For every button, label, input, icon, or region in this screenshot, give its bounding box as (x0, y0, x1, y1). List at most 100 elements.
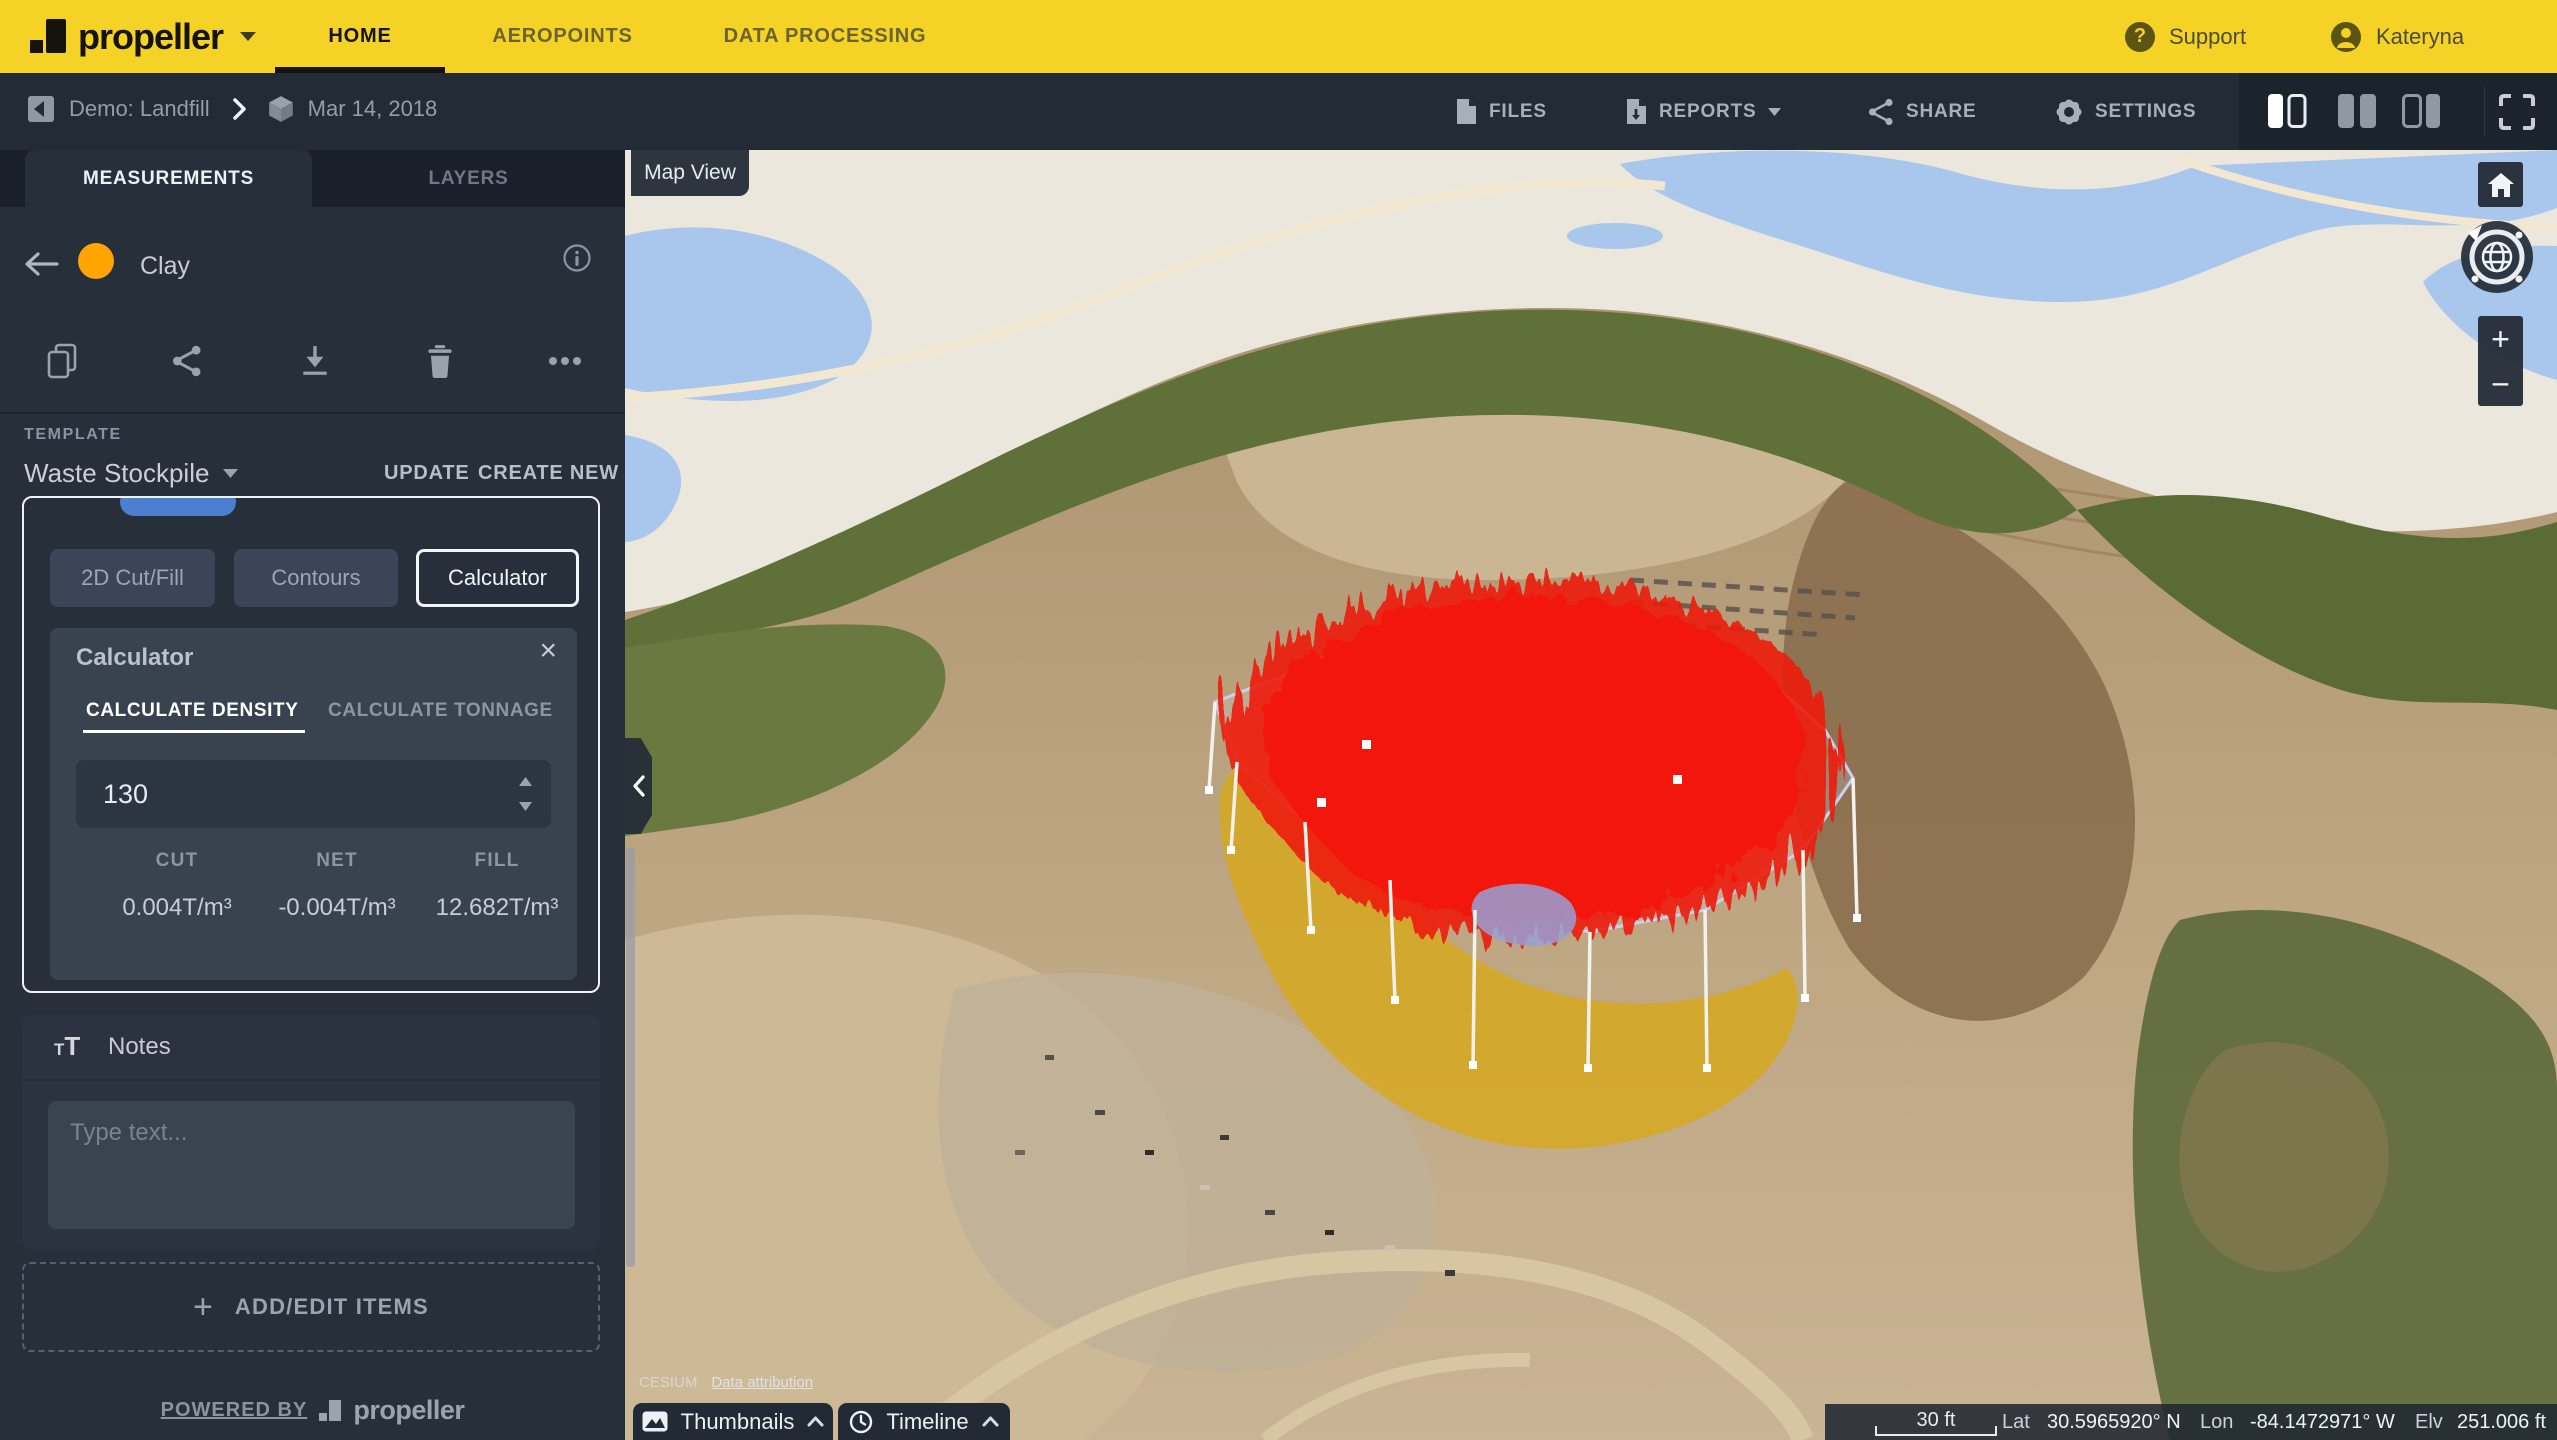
close-icon[interactable]: × (539, 636, 557, 666)
tab-data-processing[interactable]: DATA PROCESSING (705, 0, 945, 73)
share-icon (1868, 98, 1894, 126)
add-edit-items-button[interactable]: + ADD/EDIT ITEMS (22, 1262, 600, 1352)
user-avatar-icon (2330, 21, 2362, 53)
files-button[interactable]: FILES (1455, 73, 1547, 150)
sidebar-tab-row: MEASUREMENTS LAYERS (0, 150, 625, 207)
map-status-bar: 30 ft Lat 30.5965920° N Lon -84.1472971°… (1825, 1404, 2557, 1440)
tab-calculate-tonnage[interactable]: CALCULATE TONNAGE (328, 700, 553, 722)
lat-value: 30.5965920° N (2047, 1411, 2181, 1433)
calculator-title: Calculator (76, 644, 194, 671)
density-input-wrap (76, 760, 551, 828)
zoom-in-button[interactable]: + (2478, 316, 2523, 361)
elv-label: Elv (2415, 1411, 2443, 1433)
report-file-icon (1625, 98, 1647, 125)
map-view-label: Map View (631, 150, 749, 196)
propeller-logo-icon (30, 18, 66, 55)
template-select[interactable]: Waste Stockpile (24, 458, 239, 489)
propeller-logo-icon (319, 1399, 342, 1422)
timeline-tab[interactable]: Timeline (838, 1403, 1010, 1440)
help-icon: ? (2125, 21, 2155, 52)
reports-button[interactable]: REPORTS (1625, 73, 1782, 150)
sidebar-scrollbar[interactable] (626, 847, 635, 1267)
gear-icon (2055, 98, 2083, 126)
text-icon: TT (54, 1031, 81, 1061)
divider (0, 412, 625, 414)
plus-icon: + (193, 1288, 213, 1326)
measurement-color-dot[interactable] (78, 243, 114, 279)
compass-navigation-ball[interactable] (2460, 220, 2534, 294)
notes-header: TT Notes (22, 1015, 600, 1081)
divider (2484, 87, 2485, 136)
duplicate-button[interactable] (37, 336, 87, 386)
delete-button[interactable] (415, 336, 465, 386)
chevron-down-icon (239, 31, 257, 42)
spinner-down-icon[interactable] (515, 798, 535, 814)
lat-label: Lat (2002, 1411, 2030, 1433)
scale-indicator: 30 ft (1869, 1404, 2003, 1440)
back-button[interactable] (22, 250, 60, 278)
propeller-app: propeller HOME AEROPOINTS DATA PROCESSIN… (0, 0, 2557, 1440)
method-toggle-pill[interactable] (120, 498, 236, 516)
support-button[interactable]: ? Support (2125, 0, 2246, 73)
layout-split-panel-button[interactable] (2336, 92, 2378, 130)
chevron-down-icon (1768, 107, 1782, 116)
view-tab-contours[interactable]: Contours (234, 549, 398, 607)
elv-value: 251.006 ft (2457, 1411, 2546, 1433)
thumbnails-tab[interactable]: Thumbnails (633, 1403, 833, 1440)
top-nav-bar: propeller HOME AEROPOINTS DATA PROCESSIN… (0, 0, 2557, 73)
measurement-header: Clay (0, 236, 625, 296)
lon-value: -84.1472971° W (2250, 1411, 2395, 1433)
map-view-container: Map View + − CESIUM Data attribution Thu… (625, 150, 2557, 1440)
notes-panel: TT Notes (22, 1015, 600, 1250)
propeller-logo[interactable]: propeller (30, 0, 257, 73)
image-icon (642, 1411, 668, 1432)
map-canvas[interactable] (625, 150, 2557, 1440)
tab-layers[interactable]: LAYERS (312, 150, 625, 207)
tab-calculate-density[interactable]: CALCULATE DENSITY (86, 700, 299, 722)
chevron-right-icon (232, 98, 246, 120)
cesium-brand: CESIUM (639, 1374, 698, 1391)
sites-icon[interactable] (27, 95, 55, 123)
home-view-button[interactable] (2478, 162, 2523, 207)
site-name[interactable]: Demo: Landfill (69, 96, 210, 122)
measurement-sidebar: MEASUREMENTS LAYERS Clay TEMPLATE Waste … (0, 150, 625, 1440)
layout-right-panel-button[interactable] (2400, 92, 2442, 130)
download-button[interactable] (290, 336, 340, 386)
tab-home[interactable]: HOME (275, 0, 445, 73)
logo-text: propeller (78, 15, 224, 57)
settings-button[interactable]: SETTINGS (2055, 73, 2196, 150)
measurement-detail-card: 2D Cut/Fill Contours Calculator Calculat… (22, 496, 600, 993)
zoom-out-button[interactable]: − (2478, 361, 2523, 406)
data-attribution-link[interactable]: Data attribution (711, 1374, 813, 1391)
result-cut: CUT 0.004T/m³ (122, 850, 232, 921)
share-measurement-button[interactable] (162, 336, 212, 386)
tab-measurements[interactable]: MEASUREMENTS (25, 150, 312, 207)
view-tab-2d-cutfill[interactable]: 2D Cut/Fill (50, 549, 215, 607)
calculator-panel: Calculator × CALCULATE DENSITY CALCULATE… (50, 628, 577, 980)
sidebar-collapse-button[interactable] (625, 738, 652, 834)
share-button[interactable]: SHARE (1868, 73, 1977, 150)
chevron-up-icon (807, 1416, 824, 1427)
tab-aeropoints[interactable]: AEROPOINTS (470, 0, 655, 73)
measurement-name: Clay (140, 252, 191, 280)
result-fill: FILL 12.682T/m³ (435, 850, 559, 921)
breadcrumb: Demo: Landfill Mar 14, 2018 (27, 95, 437, 123)
density-input[interactable] (76, 760, 551, 828)
more-options-button[interactable] (540, 336, 590, 386)
notes-title: Notes (108, 1033, 171, 1060)
layout-single-panel-button[interactable] (2266, 92, 2308, 130)
lon-label: Lon (2200, 1411, 2234, 1433)
survey-date[interactable]: Mar 14, 2018 (308, 96, 438, 122)
workspace-toolbar: Demo: Landfill Mar 14, 2018 FILES REPORT… (0, 73, 2557, 150)
fullscreen-button[interactable] (2498, 93, 2540, 131)
view-tab-calculator[interactable]: Calculator (416, 549, 579, 607)
clock-icon (849, 1410, 873, 1434)
measurement-actions (0, 332, 625, 392)
user-menu[interactable]: Kateryna (2330, 0, 2464, 73)
create-new-button[interactable]: CREATE NEW (478, 462, 619, 485)
info-icon[interactable] (562, 243, 592, 273)
powered-by-link[interactable]: POWERED BY (161, 1399, 308, 1422)
spinner-up-icon[interactable] (515, 773, 535, 789)
notes-input[interactable] (48, 1101, 575, 1229)
update-button[interactable]: UPDATE (384, 462, 470, 485)
